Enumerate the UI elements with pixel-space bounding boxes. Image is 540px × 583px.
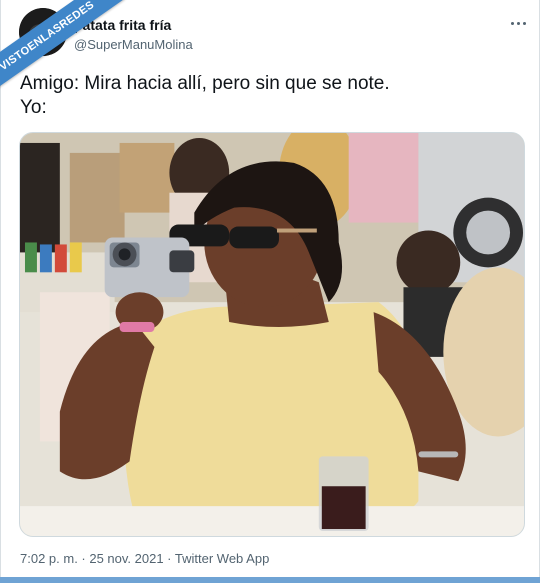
tweet-card: patata frita fría @SuperManuMolina Amigo… [0, 0, 540, 583]
tweet-meta: 7:02 p. m. · 25 nov. 2021 · Twitter Web … [20, 551, 269, 566]
user-handle[interactable]: @SuperManuMolina [74, 37, 193, 52]
source-app-link[interactable]: Twitter Web App [175, 551, 269, 566]
tweet-photo[interactable] [19, 132, 525, 537]
more-options-icon[interactable] [506, 14, 530, 32]
timestamp[interactable]: 7:02 p. m. · 25 nov. 2021 · [20, 551, 175, 566]
tweet-text: Amigo: Mira hacia allí, pero sin que se … [20, 73, 390, 118]
